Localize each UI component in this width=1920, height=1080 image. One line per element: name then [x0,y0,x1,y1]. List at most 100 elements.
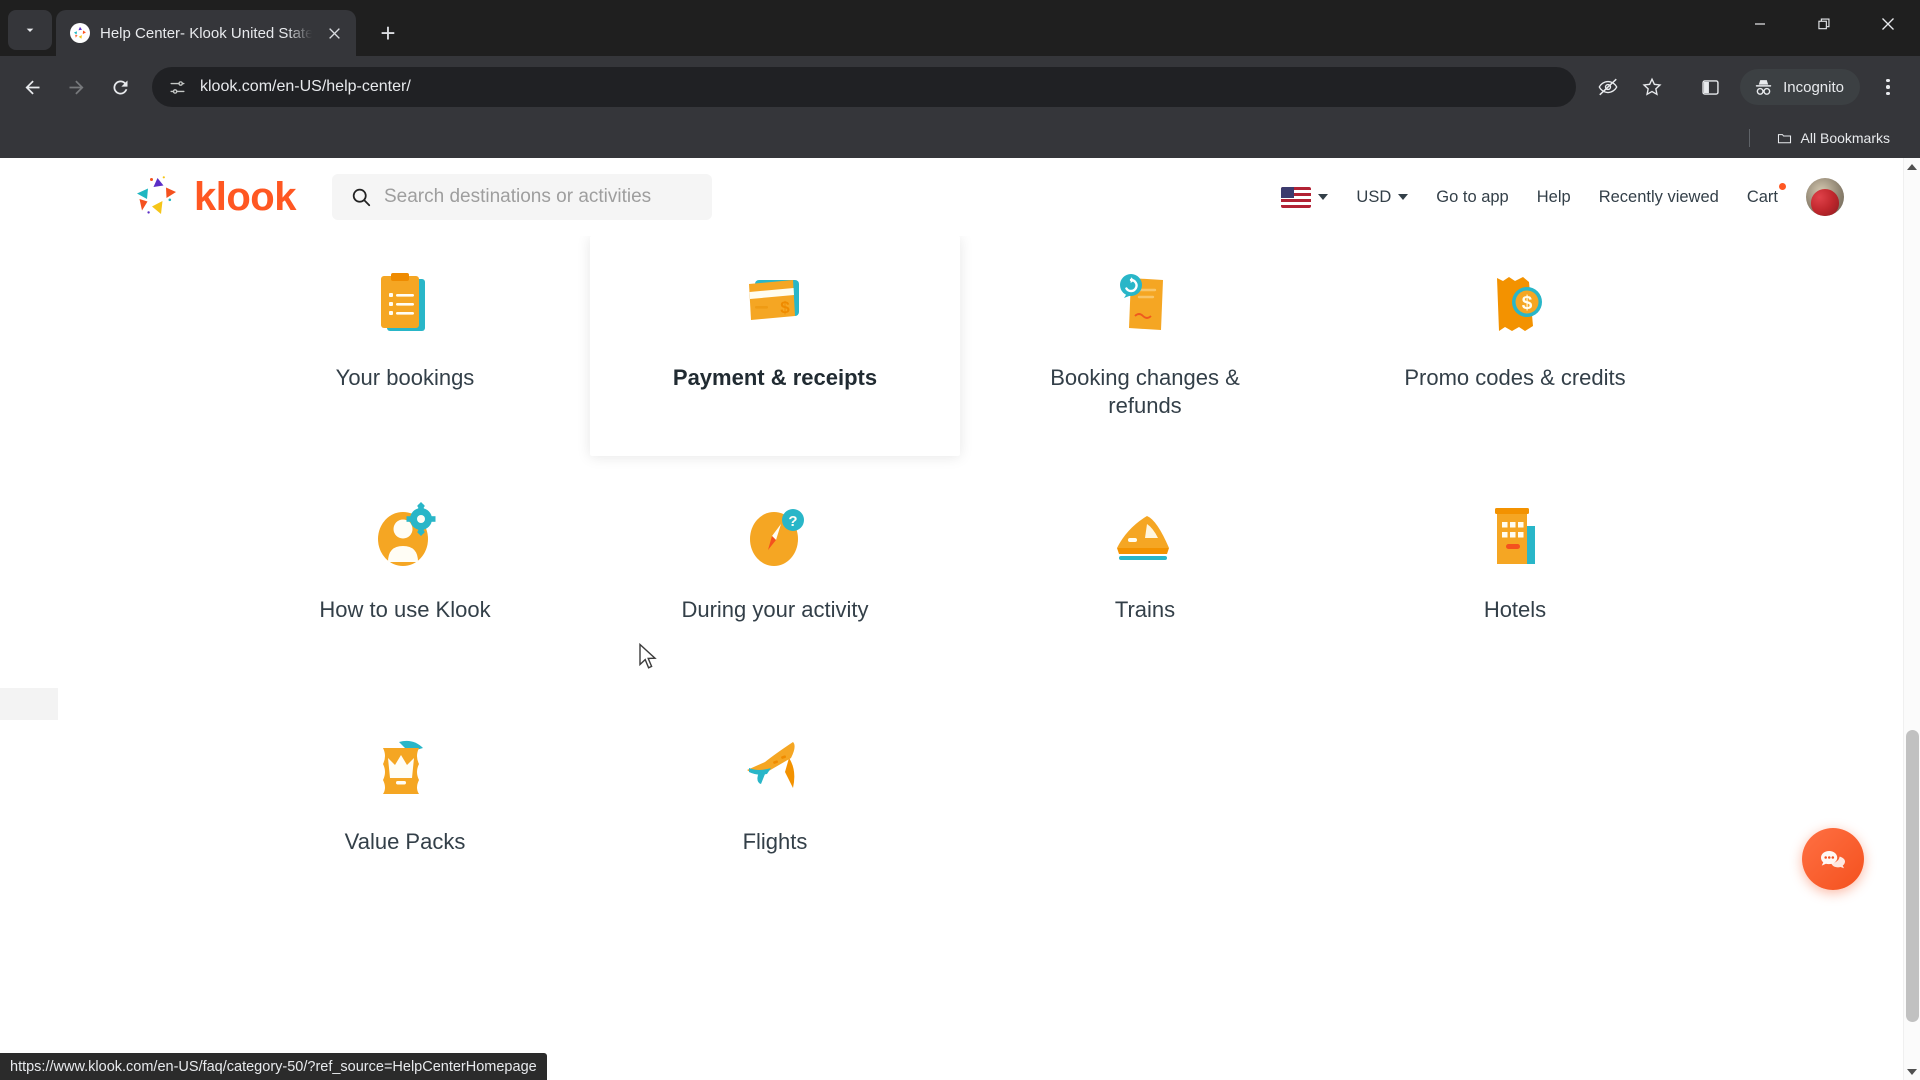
help-link[interactable]: Help [1523,180,1585,215]
third-party-cookie-button[interactable] [1588,67,1628,107]
category-card-how-to-use-klook[interactable]: How to use Klook [220,468,590,688]
window-controls [1728,0,1920,48]
category-label: Booking changes & refunds [1050,365,1240,418]
reload-icon [112,79,127,94]
category-card-promo-codes-credits[interactable]: $ Promo codes & credits [1330,236,1700,456]
kebab-dot [1886,91,1890,96]
all-bookmarks-label: All Bookmarks [1800,130,1890,146]
incognito-hat-icon [1755,79,1772,95]
incognito-label: Incognito [1783,78,1844,96]
category-label: Flights [742,829,808,854]
tab-title: Help Center- Klook United States [100,24,312,42]
help-center-categories: Your bookings $ Payment & receipts Booki… [0,236,1920,920]
ticket-dollar-icon: $ [1471,262,1559,350]
chevron-down-icon [26,28,34,32]
tune-icon[interactable] [166,76,188,98]
new-tab-button[interactable]: + [370,15,406,51]
bookmark-star-button[interactable] [1632,67,1672,107]
go-to-app-link[interactable]: Go to app [1422,180,1522,215]
us-flag-icon [1281,186,1312,208]
window-close-button[interactable] [1856,0,1920,48]
address-bar[interactable]: klook.com/en-US/help-center/ [152,67,1577,107]
chat-support-button[interactable] [1802,828,1864,890]
airplane-icon [731,726,819,814]
tab-strip: Help Center- Klook United States + [0,0,1920,56]
maximize-button[interactable] [1792,0,1856,48]
klook-favicon [70,23,90,43]
klook-petals-icon [128,173,184,221]
user-avatar[interactable] [1806,178,1844,216]
category-card-booking-changes-refunds[interactable]: Booking changes & refunds [960,236,1330,456]
star-icon [1642,77,1662,96]
tab-close-icon[interactable] [322,21,346,45]
kebab-dot [1886,85,1890,89]
svg-text:$: $ [780,298,790,317]
kebab-dot [1886,78,1890,83]
link-status-url: https://www.klook.com/en-US/faq/category… [0,1053,547,1080]
scrollbar-thumb[interactable] [1906,730,1919,1022]
credit-card-icon: $ [731,262,819,350]
browser-menu-button[interactable] [1868,67,1908,107]
scroll-down-button[interactable] [1904,1063,1920,1080]
all-bookmarks-button[interactable]: All Bookmarks [1768,125,1898,152]
chevron-down-icon [1318,194,1329,200]
page-viewport: klook Search destinations or activities [0,158,1920,1080]
category-grid: Your bookings $ Payment & receipts Booki… [220,236,1700,920]
browser-window: Help Center- Klook United States + klook… [0,0,1920,1080]
category-card-payment-receipts[interactable]: $ Payment & receipts [590,236,960,456]
refund-note-icon [1101,262,1189,350]
klook-logo[interactable]: klook [128,173,296,221]
search-input[interactable]: Search destinations or activities [331,174,712,220]
divider [1748,129,1750,147]
category-label: Payment & receipts [672,365,878,390]
minimize-button[interactable] [1728,0,1792,48]
browser-toolbar: klook.com/en-US/help-center/ Incognito [0,56,1920,118]
folder-icon [1777,133,1791,143]
chat-bubbles-icon [1821,851,1845,869]
back-button[interactable] [12,67,52,107]
language-selector[interactable] [1267,179,1342,216]
cart-label: Cart [1746,187,1778,206]
close-icon [1882,18,1894,30]
category-card-value-packs[interactable]: Value Packs [220,700,590,920]
bookmarks-bar: All Bookmarks [0,118,1920,158]
chevron-down-icon [1907,1068,1917,1075]
address-bar-url: klook.com/en-US/help-center/ [200,78,411,95]
category-card-your-bookings[interactable]: Your bookings [220,236,590,456]
category-label: Value Packs [344,829,466,854]
crown-pack-icon [361,726,449,814]
arrow-right-icon [69,80,83,94]
browser-tab[interactable]: Help Center- Klook United States [56,10,356,56]
category-label: Hotels [1483,597,1547,622]
restore-icon [1817,18,1830,29]
cart-link[interactable]: Cart [1733,180,1792,215]
incognito-indicator[interactable]: Incognito [1740,69,1860,105]
category-label: Trains [1114,597,1176,622]
category-card-flights[interactable]: Flights [590,700,960,920]
compass-question-icon: ? [731,494,819,582]
tab-search-button[interactable] [8,10,52,50]
currency-label: USD [1356,187,1392,206]
category-label: During your activity [681,597,869,622]
side-panel-icon [1701,79,1719,95]
forward-button[interactable] [56,67,96,107]
currency-selector[interactable]: USD [1342,180,1422,215]
category-card-hotels[interactable]: Hotels [1330,468,1700,688]
train-icon [1101,494,1189,582]
category-card-trains[interactable]: Trains [960,468,1330,688]
scroll-up-button[interactable] [1904,158,1920,175]
category-card-during-your-activity[interactable]: ? During your activity [590,468,960,688]
header-nav: USD Go to app Help Recently viewed Cart [1267,178,1844,216]
decorative-block [0,688,58,720]
hotel-building-icon [1471,494,1559,582]
category-label: Promo codes & credits [1404,365,1626,390]
side-panel-button[interactable] [1690,67,1730,107]
arrow-left-icon [25,80,39,94]
recently-viewed-link[interactable]: Recently viewed [1585,180,1733,215]
page-scrollbar-vertical[interactable] [1903,158,1920,1080]
user-gear-icon [361,494,449,582]
reload-button[interactable] [100,67,140,107]
chevron-up-icon [1907,163,1917,170]
site-header: klook Search destinations or activities [0,158,1920,236]
category-label: How to use Klook [319,597,491,622]
